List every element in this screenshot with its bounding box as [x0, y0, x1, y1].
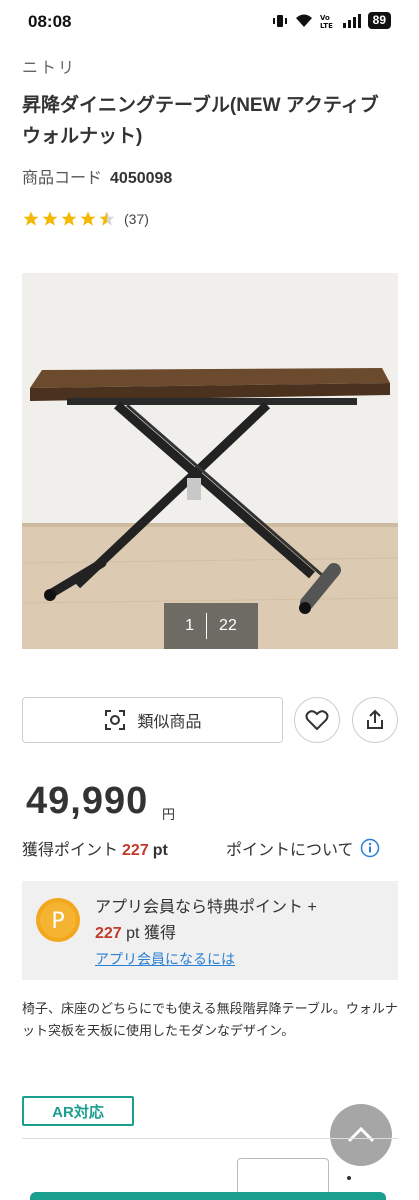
app-member-link[interactable]: アプリ会員になるには [95, 949, 235, 969]
dot-icon [347, 1176, 351, 1180]
signal-icon [342, 13, 361, 28]
about-points-label: ポイントについて [226, 842, 354, 859]
image-search-icon [105, 710, 126, 730]
price-value: 49,990 [26, 780, 149, 822]
status-time: 08:08 [28, 12, 72, 31]
app-member-promo: P アプリ会員なら特典ポイント + 227 pt 獲得 アプリ会員になるには [22, 881, 398, 980]
rating[interactable]: (37) [22, 210, 149, 228]
about-points-link[interactable]: ポイントについて [226, 836, 380, 860]
star-icon [23, 211, 39, 226]
chevron-up-icon [347, 1126, 375, 1143]
app-promo-points: 227 [95, 925, 122, 942]
svg-text:P: P [51, 909, 64, 934]
gallery-current: 1 [185, 617, 195, 634]
earned-points-unit: pt [152, 842, 168, 859]
star-icon [42, 211, 58, 226]
product-title: 昇降ダイニングテーブル(NEW アクティブ ウォルナット) [22, 95, 379, 147]
heart-icon [305, 710, 329, 731]
app-promo-line2: 227 pt 獲得 [95, 919, 176, 943]
product-description: 椅子、床座のどちらにでも使える無段階昇降テーブル。ウォルナット突板を天板に使用し… [22, 1001, 398, 1038]
status-bar: 08:08 Vo LTE 89 [0, 0, 419, 44]
similar-products-label: 類似商品 [137, 714, 202, 731]
table-photo [22, 273, 398, 649]
earned-points-value: 227 [122, 842, 149, 859]
app-promo-suffix: pt 獲得 [126, 925, 176, 942]
point-icon: P [36, 898, 80, 942]
section-divider [22, 1138, 398, 1139]
favorite-button[interactable] [294, 697, 340, 743]
similar-products-button[interactable]: 類似商品 [22, 697, 283, 743]
share-button[interactable] [352, 697, 398, 743]
star-icon [61, 211, 77, 226]
brand-name[interactable]: ニトリ [22, 54, 76, 78]
status-icons: Vo LTE 89 [272, 12, 391, 29]
battery-icon: 89 [367, 12, 391, 29]
star-rating [22, 210, 116, 228]
gallery-page-indicator: 1 22 [164, 603, 258, 649]
info-icon [360, 838, 379, 858]
volte-icon: VoLTE [320, 14, 333, 29]
price-unit: 円 [162, 807, 176, 822]
product-code-value: 4050098 [110, 170, 173, 187]
svg-text:Vo: Vo [320, 14, 330, 22]
product-image-gallery[interactable]: 1 22 [22, 273, 398, 649]
indicator-divider [206, 613, 208, 639]
half-star-icon [99, 211, 115, 226]
svg-text:LTE: LTE [320, 22, 333, 29]
ar-badge[interactable]: AR対応 [22, 1096, 134, 1126]
star-icon [80, 211, 96, 226]
vibrate-icon [272, 14, 287, 27]
wifi-icon [295, 14, 312, 27]
product-code-label: 商品コード [22, 170, 103, 187]
review-count: (37) [124, 211, 149, 227]
add-to-cart-button[interactable] [30, 1192, 386, 1200]
earned-points: 獲得ポイント 227 pt [22, 836, 168, 860]
earned-points-label: 獲得ポイント [22, 842, 119, 859]
scroll-to-top-button[interactable] [330, 1104, 392, 1166]
gallery-total: 22 [219, 617, 237, 634]
share-icon [367, 709, 383, 729]
product-code: 商品コード 4050098 [22, 164, 172, 188]
app-promo-line1: アプリ会員なら特典ポイント + [95, 899, 317, 916]
